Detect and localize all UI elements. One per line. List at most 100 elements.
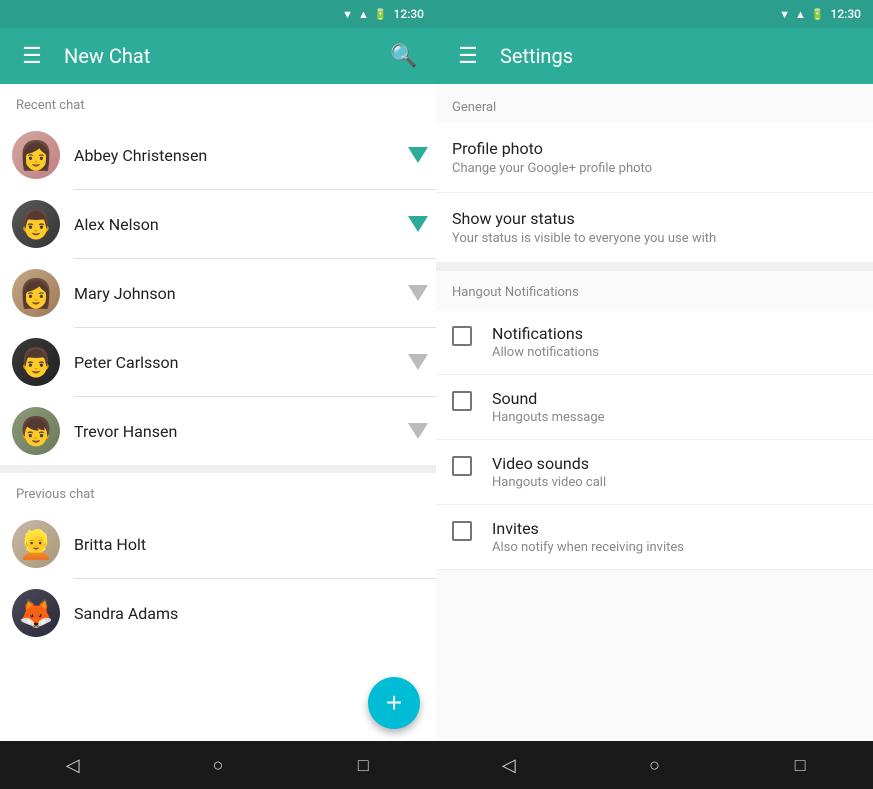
menu-button-right[interactable]: ☰: [452, 40, 484, 72]
avatar-abbey: [12, 131, 60, 179]
back-button-left[interactable]: ◁: [53, 745, 93, 785]
general-label: General: [436, 84, 873, 123]
recent-chat-label: Recent chat: [0, 84, 436, 121]
notifications-subtitle: Allow notifications: [492, 345, 857, 360]
face-mary-icon: [19, 277, 54, 310]
search-icon: 🔍: [390, 43, 417, 69]
app-bar-right: ☰ Settings: [436, 28, 873, 84]
home-button-right[interactable]: ○: [634, 745, 674, 785]
avatar-mary: [12, 269, 60, 317]
app-title-left: New Chat: [64, 44, 372, 68]
status-time-right: 12:30: [831, 7, 861, 21]
notifications-section-label: Hangout Notifications: [436, 271, 873, 310]
video-sounds-title: Video sounds: [492, 454, 857, 473]
recent-button-right[interactable]: □: [780, 745, 820, 785]
chat-name-alex: Alex Nelson: [74, 215, 394, 234]
sound-checkbox[interactable]: [452, 391, 472, 411]
settings-profile-photo[interactable]: Profile photo Change your Google+ profil…: [436, 123, 873, 193]
notifications-text: Notifications Allow notifications: [492, 324, 857, 360]
notifications-title: Notifications: [492, 324, 857, 343]
chat-item-abbey[interactable]: Abbey Christensen: [0, 121, 436, 189]
chat-name-abbey: Abbey Christensen: [74, 146, 394, 165]
sound-title: Sound: [492, 389, 857, 408]
indicator-mary: [408, 285, 424, 301]
sound-text: Sound Hangouts message: [492, 389, 857, 425]
menu-button-left[interactable]: ☰: [16, 40, 48, 72]
settings-show-status[interactable]: Show your status Your status is visible …: [436, 193, 873, 263]
settings-panel: ▼ ▲ 🔋 12:30 ☰ Settings General Profile p…: [436, 0, 873, 789]
section-divider: [0, 465, 436, 473]
indicator-trevor: [408, 423, 424, 439]
face-trevor-icon: [19, 415, 54, 448]
indicator-abbey: [408, 147, 424, 163]
indicator-peter: [408, 354, 424, 370]
network-icon-right: ▲: [795, 8, 806, 21]
face-abbey-icon: [19, 139, 54, 172]
chat-name-trevor: Trevor Hansen: [74, 422, 394, 441]
avatar-sandra: [12, 589, 60, 637]
avatar-peter: [12, 338, 60, 386]
chat-item-peter[interactable]: Peter Carlsson: [0, 328, 436, 396]
invites-subtitle: Also notify when receiving invites: [492, 540, 857, 555]
settings-section-divider: [436, 263, 873, 271]
invites-checkbox[interactable]: [452, 521, 472, 541]
battery-icon-right: 🔋: [811, 8, 825, 21]
face-britta-icon: [19, 528, 54, 561]
chat-name-britta: Britta Holt: [74, 535, 424, 554]
chat-item-trevor[interactable]: Trevor Hansen: [0, 397, 436, 465]
battery-icon: 🔋: [374, 8, 388, 21]
sound-subtitle: Hangouts message: [492, 410, 857, 425]
notif-item-video-sounds[interactable]: Video sounds Hangouts video call: [436, 440, 873, 505]
status-bar-right: ▼ ▲ 🔋 12:30: [436, 0, 873, 28]
hamburger-icon: ☰: [22, 43, 42, 69]
profile-photo-title: Profile photo: [452, 139, 857, 158]
face-alex-icon: [19, 208, 54, 241]
profile-photo-subtitle: Change your Google+ profile photo: [452, 161, 857, 176]
chat-item-sandra[interactable]: Sandra Adams: [0, 579, 436, 647]
recent-button-left[interactable]: □: [343, 745, 383, 785]
avatar-alex: [12, 200, 60, 248]
previous-chat-label: Previous chat: [0, 473, 436, 510]
show-status-subtitle: Your status is visible to everyone you u…: [452, 231, 857, 246]
app-bar-left: ☰ New Chat 🔍: [0, 28, 436, 84]
chat-item-mary[interactable]: Mary Johnson: [0, 259, 436, 327]
chat-name-mary: Mary Johnson: [74, 284, 394, 303]
chat-list-area: Recent chat Abbey Christensen Alex Nelso…: [0, 84, 436, 741]
status-icons-left: ▼ ▲ 🔋: [342, 8, 387, 21]
settings-content-area: General Profile photo Change your Google…: [436, 84, 873, 741]
invites-title: Invites: [492, 519, 857, 538]
chat-item-britta[interactable]: Britta Holt: [0, 510, 436, 578]
video-sounds-subtitle: Hangouts video call: [492, 475, 857, 490]
signal-icon-right: ▼: [779, 8, 790, 21]
invites-text: Invites Also notify when receiving invit…: [492, 519, 857, 555]
chat-panel: ▼ ▲ 🔋 12:30 ☰ New Chat 🔍 Recent chat Abb…: [0, 0, 436, 789]
video-sounds-checkbox[interactable]: [452, 456, 472, 476]
hamburger-icon-right: ☰: [458, 43, 478, 69]
avatar-trevor: [12, 407, 60, 455]
network-icon: ▲: [358, 8, 369, 21]
chat-item-alex[interactable]: Alex Nelson: [0, 190, 436, 258]
notif-item-invites[interactable]: Invites Also notify when receiving invit…: [436, 505, 873, 570]
notif-item-sound[interactable]: Sound Hangouts message: [436, 375, 873, 440]
status-icons-right: ▼ ▲ 🔋: [779, 8, 824, 21]
show-status-title: Show your status: [452, 209, 857, 228]
chat-name-sandra: Sandra Adams: [74, 604, 424, 623]
notif-item-notifications[interactable]: Notifications Allow notifications: [436, 310, 873, 375]
video-sounds-text: Video sounds Hangouts video call: [492, 454, 857, 490]
bottom-nav-right: ◁ ○ □: [436, 741, 873, 789]
new-chat-fab[interactable]: +: [368, 677, 420, 729]
face-sandra-icon: [19, 597, 54, 630]
back-button-right[interactable]: ◁: [489, 745, 529, 785]
home-button-left[interactable]: ○: [198, 745, 238, 785]
signal-icon: ▼: [342, 8, 353, 21]
bottom-nav-left: ◁ ○ □: [0, 741, 436, 789]
avatar-britta: [12, 520, 60, 568]
notifications-checkbox[interactable]: [452, 326, 472, 346]
status-time-left: 12:30: [394, 7, 424, 21]
settings-title: Settings: [500, 44, 857, 68]
face-peter-icon: [19, 346, 54, 379]
indicator-alex: [408, 216, 424, 232]
chat-name-peter: Peter Carlsson: [74, 353, 394, 372]
search-button[interactable]: 🔍: [388, 40, 420, 72]
status-bar-left: ▼ ▲ 🔋 12:30: [0, 0, 436, 28]
